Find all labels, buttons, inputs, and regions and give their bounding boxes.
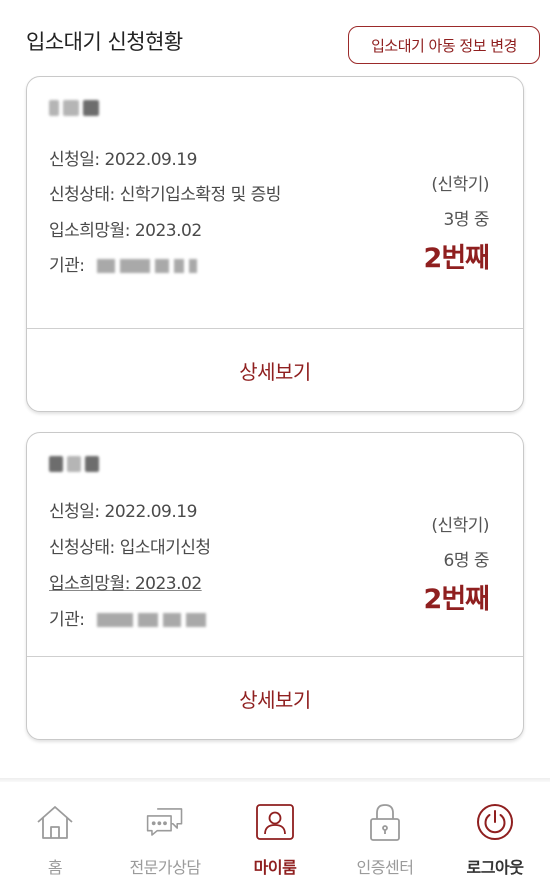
bottom-nav: 홈 전문가상담 마이룸 인증센터 로그아웃 xyxy=(0,782,550,881)
rank-position: 2번째 xyxy=(423,243,490,274)
org-name-redacted xyxy=(97,259,198,273)
nav-item-home[interactable]: 홈 xyxy=(0,782,110,881)
apply-date: 신청일: 2022.09.19 xyxy=(49,502,197,522)
apply-status: 신청상태: 신학기입소확정 및 증빙 xyxy=(49,185,281,205)
detail-button[interactable]: 상세보기 xyxy=(27,657,523,739)
nav-label-consult: 전문가상담 xyxy=(129,858,201,877)
nav-label-auth: 인증센터 xyxy=(356,858,414,877)
nav-item-myroom[interactable]: 마이룸 xyxy=(220,782,330,881)
rank-info: (신학기) 6명 중 2번째 xyxy=(423,511,490,616)
child-name-redacted xyxy=(49,453,119,475)
rank-position: 2번째 xyxy=(423,584,490,615)
desired-month-label: 입소희망월: xyxy=(49,574,135,594)
desired-month: 입소희망월: 2023.02 xyxy=(49,569,202,594)
waiting-count: 6명 중 xyxy=(443,551,490,571)
chat-icon xyxy=(145,802,185,842)
term-label: (신학기) xyxy=(431,175,489,195)
nav-label-myroom: 마이룸 xyxy=(253,858,297,877)
lock-icon xyxy=(365,802,405,842)
waiting-count: 3명 중 xyxy=(443,210,490,230)
desired-month-value: 2023.02 xyxy=(134,574,202,594)
power-icon xyxy=(475,802,515,842)
org-name-redacted xyxy=(97,613,207,627)
nav-item-auth[interactable]: 인증센터 xyxy=(330,782,440,881)
waitlist-card: 신청일: 2022.09.19 신청상태: 신학기입소확정 및 증빙 입소희망월… xyxy=(26,76,524,412)
header: 입소대기 신청현황 입소대기 아동 정보 변경 xyxy=(0,0,550,70)
nav-item-consult[interactable]: 전문가상담 xyxy=(110,782,220,881)
person-icon xyxy=(255,802,295,842)
org-label: 기관: xyxy=(49,610,85,630)
organization: 기관: xyxy=(49,605,207,630)
card-info: 신청일: 2022.09.19 신청상태: 입소대기신청 입소희망월: 2023… xyxy=(27,433,523,657)
change-child-info-button[interactable]: 입소대기 아동 정보 변경 xyxy=(348,26,540,64)
desired-month: 입소희망월: 2023.02 xyxy=(49,221,202,241)
nav-label-logout: 로그아웃 xyxy=(466,858,524,877)
rank-info: (신학기) 3명 중 2번째 xyxy=(423,170,490,275)
apply-status: 신청상태: 입소대기신청 xyxy=(49,538,211,558)
page-title: 입소대기 신청현황 xyxy=(26,30,183,54)
apply-date: 신청일: 2022.09.19 xyxy=(49,150,197,170)
waitlist-card: 신청일: 2022.09.19 신청상태: 입소대기신청 입소희망월: 2023… xyxy=(26,432,524,740)
term-label: (신학기) xyxy=(431,516,489,536)
nav-item-logout[interactable]: 로그아웃 xyxy=(440,782,550,881)
detail-button[interactable]: 상세보기 xyxy=(27,329,523,411)
organization: 기관: xyxy=(49,251,198,276)
child-name-redacted xyxy=(49,97,119,119)
org-label: 기관: xyxy=(49,256,85,276)
home-icon xyxy=(35,802,75,842)
card-info: 신청일: 2022.09.19 신청상태: 신학기입소확정 및 증빙 입소희망월… xyxy=(27,77,523,329)
nav-label-home: 홈 xyxy=(47,858,63,877)
